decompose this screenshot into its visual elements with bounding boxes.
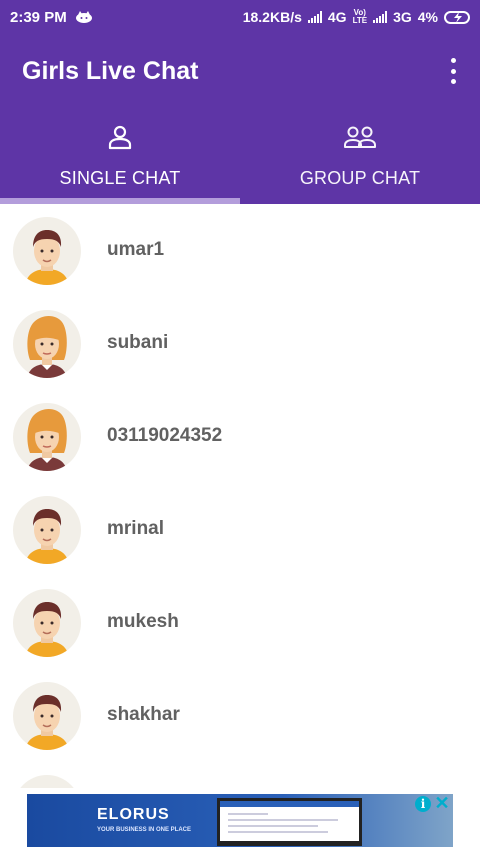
avatar-female bbox=[13, 403, 81, 471]
battery-percent: 4% bbox=[417, 9, 438, 25]
list-item[interactable]: mrinal bbox=[0, 483, 480, 576]
more-vert-icon[interactable] bbox=[448, 58, 458, 84]
user-name: mukesh bbox=[107, 611, 179, 632]
user-name: subani bbox=[107, 332, 169, 353]
avatar-male bbox=[13, 496, 81, 564]
avatar-male bbox=[13, 682, 81, 750]
list-item[interactable]: shakhar bbox=[0, 669, 480, 762]
app-bar: Girls Live Chat bbox=[0, 34, 480, 114]
tab-group-chat[interactable]: GROUP CHAT bbox=[240, 114, 480, 204]
avatar-male bbox=[13, 589, 81, 657]
signal-icon bbox=[307, 11, 322, 23]
list-item[interactable]: 03119024352 bbox=[0, 390, 480, 483]
sim2-type: 3G bbox=[393, 9, 412, 25]
ad-banner-container: ELORUS YOUR BUSINESS IN ONE PLACE i ✕ bbox=[0, 788, 480, 853]
sim1-type: 4G bbox=[327, 9, 347, 25]
battery-charging-icon bbox=[444, 10, 470, 24]
tab-single-chat[interactable]: SINGLE CHAT bbox=[0, 114, 240, 204]
net-speed: 18.2KB/s bbox=[242, 9, 302, 25]
user-name: shakhar bbox=[107, 704, 180, 725]
status-bar: 2:39 PM 18.2KB/s 4G Vo) LTE 3G 4% bbox=[0, 0, 480, 34]
laptop-image bbox=[217, 798, 362, 846]
ad-banner[interactable]: ELORUS YOUR BUSINESS IN ONE PLACE bbox=[27, 794, 453, 847]
ad-brand: ELORUS bbox=[97, 806, 170, 823]
person-icon bbox=[108, 125, 132, 150]
group-icon bbox=[344, 126, 376, 148]
info-icon[interactable]: i bbox=[415, 796, 431, 812]
app-title: Girls Live Chat bbox=[22, 57, 199, 85]
ad-choices[interactable]: i ✕ bbox=[415, 794, 450, 812]
user-name: umar1 bbox=[107, 239, 165, 260]
user-name: mrinal bbox=[107, 518, 165, 539]
tab-label: SINGLE CHAT bbox=[59, 168, 181, 188]
tab-bar: SINGLE CHAT GROUP CHAT bbox=[0, 114, 480, 204]
list-item[interactable]: subani bbox=[0, 297, 480, 390]
ad-tagline: YOUR BUSINESS IN ONE PLACE bbox=[97, 827, 192, 833]
close-icon[interactable]: ✕ bbox=[434, 794, 450, 812]
avatar-female bbox=[13, 310, 81, 378]
list-item[interactable]: umar1 bbox=[0, 204, 480, 297]
signal-icon-2 bbox=[373, 11, 388, 23]
tab-label: GROUP CHAT bbox=[299, 168, 421, 188]
status-time: 2:39 PM bbox=[10, 8, 67, 26]
user-name: 03119024352 bbox=[107, 425, 223, 446]
volte-icon: Vo) LTE bbox=[352, 8, 368, 25]
cloud-cat-icon bbox=[75, 11, 92, 23]
list-item[interactable]: mukesh bbox=[0, 576, 480, 669]
avatar-male bbox=[13, 217, 81, 285]
